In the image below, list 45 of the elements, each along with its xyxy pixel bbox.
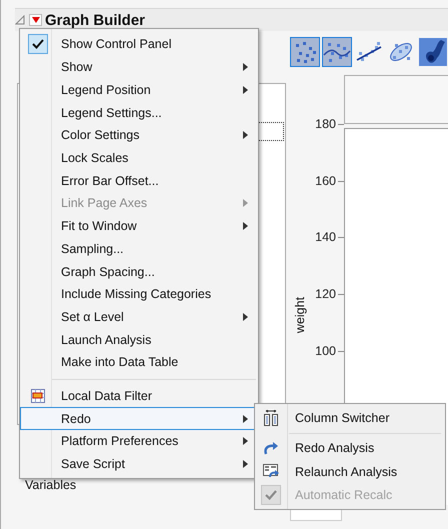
submenu-arrow-icon [243, 63, 248, 72]
window-title: Graph Builder [45, 12, 146, 28]
menu-item[interactable]: Graph Spacing... [20, 260, 258, 283]
submenu-arrow-icon [243, 222, 248, 230]
menu-item[interactable]: Include Missing Categories [20, 282, 258, 306]
table-filter-icon [31, 388, 45, 403]
graph-type-button[interactable] [418, 37, 448, 67]
axis-tick-label: 120 [315, 288, 336, 300]
menu-item[interactable]: Platform Preferences [20, 430, 258, 453]
variables-label: Variables [25, 478, 78, 492]
submenu-arrow-icon [243, 460, 248, 468]
menu-button[interactable] [29, 14, 42, 26]
menu-item[interactable]: Legend Position [20, 78, 258, 102]
menu-item[interactable]: Color Settings [20, 124, 258, 147]
submenu-arrow-icon [243, 414, 248, 423]
menu-item[interactable]: Show Control Panel [20, 31, 258, 56]
menu-item[interactable]: Local Data Filter [20, 384, 258, 408]
menu-item[interactable]: Relaunch Analysis [255, 460, 445, 484]
menu-item[interactable]: Save Script [20, 452, 258, 476]
axis-tick-label: 140 [315, 231, 336, 244]
axis-tick-label: 180 [315, 118, 336, 130]
menu-item[interactable]: Show [20, 56, 258, 79]
menu-item[interactable]: Make into Data Table [20, 350, 258, 374]
axis-title: weight [293, 296, 307, 334]
caret-icon [32, 17, 40, 23]
submenu-arrow-icon [243, 437, 248, 446]
submenu-arrow-icon [243, 131, 248, 140]
menu-item[interactable]: Set α Level [20, 306, 258, 328]
menu-item[interactable]: Redo Analysis [255, 436, 445, 460]
axis-tick-label: 160 [315, 174, 336, 187]
menu-item[interactable]: Lock Scales [20, 146, 258, 170]
menu-item[interactable]: Launch Analysis [20, 328, 258, 351]
submenu-arrow-icon [243, 312, 248, 321]
disclosure-triangle-icon[interactable] [15, 15, 25, 25]
menu-item[interactable]: Column Switcher [255, 406, 445, 430]
redo-arrow-icon [263, 441, 279, 456]
submenu-arrow-icon [243, 199, 248, 208]
menu-item[interactable]: Legend Settings... [20, 101, 258, 124]
relaunch-icon [263, 464, 279, 480]
axis-tick-label: 100 [315, 344, 336, 357]
menu-item[interactable]: Fit to Window [20, 214, 258, 238]
submenu-arrow-icon [243, 86, 248, 94]
menu-item[interactable]: Sampling... [20, 238, 258, 260]
menu-item[interactable]: Error Bar Offset... [20, 169, 258, 192]
columns-icon [263, 410, 279, 426]
